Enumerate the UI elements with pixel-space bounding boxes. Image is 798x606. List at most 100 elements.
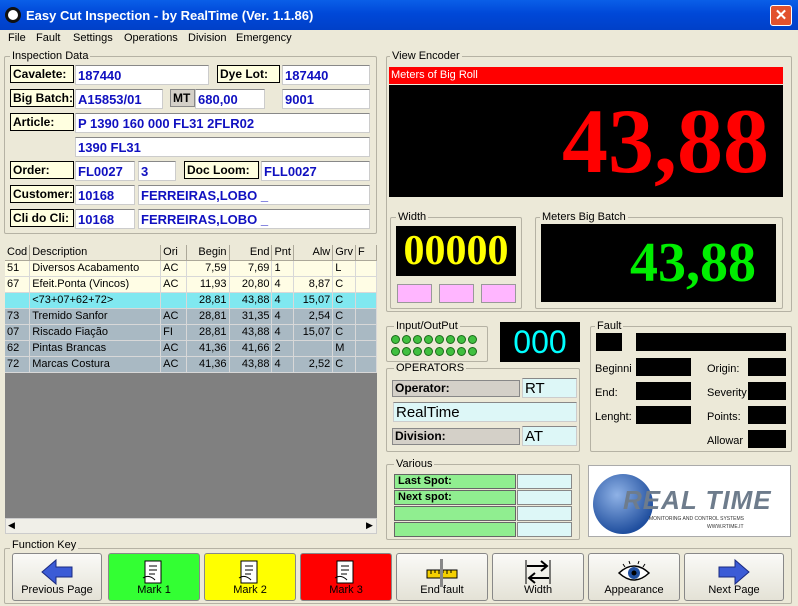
menu-file[interactable]: File [8, 32, 26, 44]
table-cell [355, 340, 378, 357]
width-button[interactable]: Width [492, 553, 584, 601]
scroll-left-icon[interactable]: ◀ [8, 520, 15, 531]
spot-label-3 [394, 506, 516, 521]
col-end[interactable]: End [229, 245, 273, 261]
table-row[interactable]: 07 Riscado Fiação FI 28,81 43,88 4 15,07 C [5, 324, 378, 341]
appearance-button[interactable]: Appearance [588, 553, 680, 601]
previous-page-label: Previous Page [21, 584, 93, 596]
width-indicator-3 [481, 284, 516, 303]
col-pnt[interactable]: Pnt [271, 245, 294, 261]
table-cell [293, 340, 334, 357]
scroll-right-icon[interactable]: ▶ [366, 520, 373, 531]
spot-field-4[interactable] [517, 522, 572, 537]
table-cell: Pintas Brancas [29, 340, 162, 357]
col-f[interactable]: F [355, 245, 378, 261]
col-begin[interactable]: Begin [186, 245, 230, 261]
table-cell: Riscado Fiação [29, 324, 162, 341]
logo-url: WWW.RTIME.IT [707, 524, 744, 530]
function-key-title: Function Key [10, 539, 79, 551]
menu-settings[interactable]: Settings [73, 32, 113, 44]
doc-loom-field[interactable]: FLL0027 [261, 161, 370, 181]
menu-division[interactable]: Division [188, 32, 227, 44]
table-cell: AC [160, 356, 187, 373]
mark1-label: Mark 1 [137, 584, 171, 596]
menu-emergency[interactable]: Emergency [236, 32, 292, 44]
col-description[interactable]: Description [29, 245, 162, 261]
menu-fault[interactable]: Fault [36, 32, 60, 44]
fault-origin-box [748, 358, 786, 376]
mark2-button[interactable]: Mark 2 [204, 553, 296, 601]
order-seq-field[interactable]: 3 [138, 161, 176, 181]
faults-grid[interactable]: Cod Description Ori Begin End Pnt Alw Gr… [5, 245, 378, 373]
article-field-2[interactable]: 1390 FL31 [75, 137, 370, 157]
grid-horizontal-scrollbar[interactable]: ◀ ▶ [5, 518, 377, 534]
division-label: Division: [392, 428, 520, 445]
meters-big-batch-title: Meters Big Batch [540, 211, 628, 223]
operator-name-field[interactable]: RealTime [393, 402, 577, 422]
article-field-1[interactable]: P 1390 160 000 FL31 2FLR02 [75, 113, 370, 133]
division-field[interactable]: AT [522, 426, 577, 446]
table-cell: 51 [5, 260, 31, 277]
table-row[interactable]: 67 Efeit.Ponta (Vincos) AC 11,93 20,80 4 8,87 C [5, 276, 378, 293]
table-cell: Tremido Sanfor [29, 308, 162, 325]
table-cell [355, 356, 378, 373]
big-batch-display: 43,88 [541, 224, 776, 302]
spot-field-3[interactable] [517, 506, 572, 521]
table-row[interactable]: 72 Marcas Costura AC 41,36 43,88 4 2,52 C [5, 356, 378, 373]
width-arrows-icon [525, 560, 551, 584]
close-button[interactable]: ✕ [770, 5, 792, 26]
last-spot-field[interactable] [517, 474, 572, 489]
table-cell: 7,69 [229, 260, 273, 277]
io-counter: 000 [500, 322, 580, 362]
table-cell: FI [160, 324, 187, 341]
mark1-button[interactable]: Mark 1 [108, 553, 200, 601]
end-fault-label: End fault [420, 584, 464, 596]
table-cell: 41,66 [229, 340, 273, 357]
menu-operations[interactable]: Operations [124, 32, 178, 44]
title-bar: Easy Cut Inspection - by RealTime (Ver. … [0, 0, 798, 30]
next-spot-label: Next spot: [394, 490, 516, 505]
col-alw[interactable]: Alw [293, 245, 334, 261]
logo-name: REAL TIME [623, 485, 772, 515]
end-fault-button[interactable]: End fault [396, 553, 488, 601]
mt-extra-field[interactable]: 9001 [282, 89, 370, 109]
arrow-left-icon [41, 558, 73, 586]
col-grv[interactable]: Grv [332, 245, 356, 261]
table-row[interactable]: <73+07+62+72> 28,81 43,88 4 15,07 C [5, 292, 378, 309]
mt-field[interactable]: 680,00 [195, 89, 265, 109]
clicli-label: Cli do Cli: [10, 209, 74, 227]
customer-code-field[interactable]: 10168 [75, 185, 135, 205]
operator-field[interactable]: RT [522, 378, 577, 398]
table-cell: 73 [5, 308, 31, 325]
fault-begin-label: Beginni [595, 363, 632, 375]
previous-page-button[interactable]: Previous Page [12, 553, 102, 601]
next-page-button[interactable]: Next Page [684, 553, 784, 601]
table-cell: 8,87 [293, 276, 334, 293]
clicli-code-field[interactable]: 10168 [75, 209, 135, 229]
mt-label: MT [170, 89, 195, 107]
col-ori[interactable]: Ori [160, 245, 187, 261]
mark3-button[interactable]: Mark 3 [300, 553, 392, 601]
clicli-name-field[interactable]: FERREIRAS,LOBO _ [138, 209, 370, 229]
table-row[interactable]: 51 Diversos Acabamento AC 7,59 7,69 1 L [5, 260, 378, 277]
view-encoder-title: View Encoder [390, 50, 462, 62]
table-cell: 15,07 [293, 292, 334, 309]
table-row[interactable]: 73 Tremido Sanfor AC 28,81 31,35 4 2,54 C [5, 308, 378, 325]
order-field[interactable]: FL0027 [75, 161, 135, 181]
table-row[interactable]: 62 Pintas Brancas AC 41,36 41,66 2 M [5, 340, 378, 357]
operator-label: Operator: [392, 380, 520, 397]
cavalete-field[interactable]: 187440 [75, 65, 209, 85]
col-cod[interactable]: Cod [5, 245, 31, 261]
next-spot-field[interactable] [517, 490, 572, 505]
mark3-label: Mark 3 [329, 584, 363, 596]
table-cell [5, 292, 31, 309]
big-batch-field[interactable]: A15853/01 [75, 89, 163, 109]
width-label: Width [523, 584, 553, 596]
table-cell: <73+07+62+72> [29, 292, 162, 309]
order-label: Order: [10, 161, 74, 179]
table-cell: L [332, 260, 356, 277]
table-cell [355, 260, 378, 277]
customer-name-field[interactable]: FERREIRAS,LOBO _ [138, 185, 370, 205]
table-cell: C [332, 292, 356, 309]
dye-lot-field[interactable]: 187440 [282, 65, 370, 85]
